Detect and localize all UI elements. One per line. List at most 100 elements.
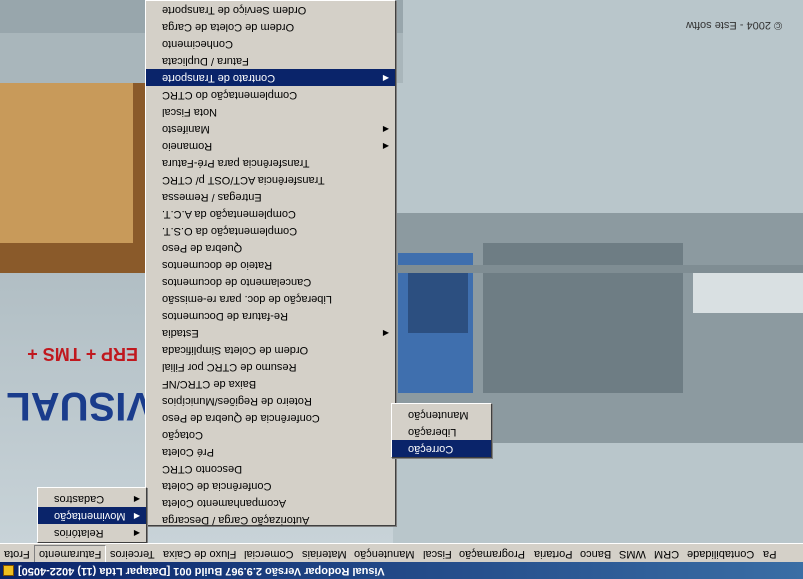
menu-item-cotacao[interactable]: Cotação	[146, 426, 395, 443]
menu-item-label: Ordem Serviço de Transporte	[162, 4, 307, 16]
menubar-label: Fluxo de Caixa	[162, 548, 237, 560]
menu-item-complementacao-do-ctrc[interactable]: Complementação do CTRC	[146, 86, 395, 103]
menu-item-conhecimento[interactable]: Conhecimento	[146, 35, 395, 52]
menu-item-conferencia-de-quebra-de-peso[interactable]: Conferência de Quebra de Peso	[146, 409, 395, 426]
menu-item-label: Pré Coleta	[162, 446, 214, 458]
menu-item-re-fatura-de-documentos[interactable]: Re-fatura de Documentos	[146, 307, 395, 324]
menu-item-label: Re-fatura de Documentos	[162, 310, 288, 322]
menubar-crm[interactable]: CRM	[650, 545, 683, 562]
menu-item-fatura-duplicata[interactable]: Fatura / Duplicata	[146, 52, 395, 69]
menu-bar: Frota Faturamento Terceiros Fluxo de Caixa C…	[0, 543, 803, 562]
menubar-comercial[interactable]: Comercial	[240, 545, 298, 562]
menu-item-relatorios[interactable]: Relatórios ▶	[38, 524, 146, 541]
menubar-label: Manutenção	[354, 548, 415, 560]
menubar-fiscal[interactable]: Fiscal	[419, 545, 456, 562]
menu-item-roteiro-de-regioes-municipios[interactable]: Roteiro de Regiões/Municípios	[146, 392, 395, 409]
menu-item-label: Movimentação	[54, 510, 126, 522]
menu-item-pre-coleta[interactable]: Pré Coleta	[146, 443, 395, 460]
menu-item-label: Liberação	[408, 426, 457, 438]
menubar-wms[interactable]: WMS	[615, 545, 650, 562]
menu-item-label: Transferência para Pré-Fatura	[162, 157, 310, 169]
menu-item-label: Complementação da O.S.T.	[162, 225, 298, 237]
menu-item-ordem-de-coleta-de-carga[interactable]: Ordem de Coleta de Carga	[146, 18, 395, 35]
menu-item-label: Cotação	[162, 429, 203, 441]
menu-item-label: Liberação de doc. para re-emissão	[162, 293, 332, 305]
menu-item-estadia[interactable]: Estadia ▶	[146, 324, 395, 341]
menu-item-ordem-de-coleta-simplificada[interactable]: Ordem de Coleta Simplificada	[146, 341, 395, 358]
menu-item-acompanhamento-coleta[interactable]: Acompanhamento Coleta	[146, 494, 395, 511]
menu-item-label: Estadia	[162, 327, 199, 339]
menu-item-cancelamento-de-documentos[interactable]: Cancelamento de documentos	[146, 273, 395, 290]
desktop-background: VISUAL ERP + TMS + © 2004 - Este softw	[0, 0, 803, 543]
menubar-materiais[interactable]: Materiais	[298, 545, 351, 562]
menubar-label: Comercial	[244, 548, 294, 560]
submenu-arrow-icon: ▶	[133, 494, 140, 503]
movimentacao-submenu: Ordem Serviço de Transporte Ordem de Cole…	[145, 0, 396, 526]
menu-item-liberacao-de-doc-para-re-emissao[interactable]: Liberação de doc. para re-emissão	[146, 290, 395, 307]
menubar-label: WMS	[619, 548, 647, 560]
menu-item-label: Ordem de Coleta de Carga	[162, 21, 295, 33]
menubar-label: CRM	[654, 548, 680, 560]
title-bar: Visual Rodopar Versão 2.9.967 Build 001 …	[0, 562, 803, 579]
menu-item-baixa-de-ctrc-nf[interactable]: Baixa de CTRC/NF	[146, 375, 395, 392]
menu-item-contrato-de-transporte[interactable]: Contrato de Transporte ▶	[146, 69, 395, 86]
menubar-pa[interactable]: Pa	[759, 545, 780, 562]
menubar-programacao[interactable]: Programação	[455, 545, 529, 562]
menu-item-transferencia-act-ost-p-ctrc[interactable]: Transferência ACT/OST p/ CTRC	[146, 171, 395, 188]
menu-item-transferencia-para-pre-fatura[interactable]: Transferência para Pré-Fatura	[146, 154, 395, 171]
menu-item-conferencia-de-coleta[interactable]: Conferência de Coleta	[146, 477, 395, 494]
menu-item-desconto-ctrc[interactable]: Desconto CTRC	[146, 460, 395, 477]
menu-item-entregas-remessa[interactable]: Entregas / Remessa	[146, 188, 395, 205]
menu-item-complementacao-da-a-c-t[interactable]: Complementação da A.C.T.	[146, 205, 395, 222]
menu-item-label: Desconto CTRC	[162, 463, 243, 475]
menu-item-autorizacao-carga-descarga[interactable]: Autorização Carga / Descarga	[146, 511, 395, 528]
menu-item-label: Ordem de Coleta Simplificada	[162, 344, 309, 356]
menubar-frota[interactable]: Frota	[0, 545, 34, 562]
menu-item-label: Conferência de Quebra de Peso	[162, 412, 320, 424]
menu-item-label: Manutenção	[408, 409, 469, 421]
menu-item-label: Cadastros	[54, 493, 105, 505]
menubar-faturamento[interactable]: Faturamento	[33, 545, 107, 562]
menubar-contabilidade[interactable]: Contabilidade	[683, 545, 758, 562]
menu-item-label: Rateio de documentos	[162, 259, 273, 271]
menu-item-label: Transferência ACT/OST p/ CTRC	[162, 174, 325, 186]
submenu-arrow-icon: ▶	[382, 328, 389, 337]
menu-item-nota-fiscal[interactable]: Nota Fiscal	[146, 103, 395, 120]
submenu-arrow-icon: ▶	[382, 141, 389, 150]
menu-item-romaneio[interactable]: Romaneio ▶	[146, 137, 395, 154]
menu-item-label: Manifesto	[162, 123, 210, 135]
menu-item-label: Conhecimento	[162, 38, 233, 50]
menu-item-label: Contrato de Transporte	[162, 72, 276, 84]
menu-item-manifesto[interactable]: Manifesto ▶	[146, 120, 395, 137]
menu-item-liberacao[interactable]: Liberação	[392, 423, 491, 440]
menu-item-ordem-servico-de-transporte[interactable]: Ordem Serviço de Transporte	[146, 1, 395, 18]
menu-item-movimentacao[interactable]: Movimentação ▶	[38, 507, 146, 524]
menu-item-cadastros[interactable]: Cadastros ▶	[38, 490, 146, 507]
menu-item-correcao[interactable]: Correção	[392, 440, 491, 457]
window-title: Visual Rodopar Versão 2.9.967 Build 001 …	[18, 565, 385, 577]
menu-item-rateio-de-documentos[interactable]: Rateio de documentos	[146, 256, 395, 273]
menu-item-resumo-de-ctrc-por-filial[interactable]: Resumo de CTRC por Filial	[146, 358, 395, 375]
submenu-arrow-icon: ▶	[382, 124, 389, 133]
menubar-label: Banco	[580, 548, 612, 560]
menubar-label: Pa	[762, 548, 776, 560]
menubar-banco[interactable]: Banco	[576, 545, 615, 562]
menu-item-label: Nota Fiscal	[162, 106, 218, 118]
menubar-terceiros[interactable]: Terceiros	[106, 545, 159, 562]
menu-item-quebra-de-peso[interactable]: Quebra de Peso	[146, 239, 395, 256]
menubar-manutencao[interactable]: Manutenção	[350, 545, 419, 562]
contrato-transporte-submenu: Manutenção Liberação Correção	[391, 403, 492, 458]
menubar-portaria[interactable]: Portaria	[530, 545, 577, 562]
menubar-label: Faturamento	[38, 548, 102, 560]
menubar-label: Portaria	[533, 548, 573, 560]
brand-name: VISUAL	[6, 384, 153, 428]
menubar-label: Frota	[4, 548, 30, 560]
menu-item-label: Baixa de CTRC/NF	[162, 378, 257, 390]
menubar-label: Terceiros	[110, 548, 155, 560]
menubar-fluxo-de-caixa[interactable]: Fluxo de Caixa	[159, 545, 240, 562]
faturamento-menu: Cadastros ▶ Movimentação ▶ Relatórios ▶	[37, 487, 147, 543]
menu-item-complementacao-da-o-s-t[interactable]: Complementação da O.S.T.	[146, 222, 395, 239]
menu-item-manutencao[interactable]: Manutenção	[392, 406, 491, 423]
menu-item-label: Autorização Carga / Descarga	[162, 514, 310, 526]
menubar-label: Contabilidade	[687, 548, 755, 560]
